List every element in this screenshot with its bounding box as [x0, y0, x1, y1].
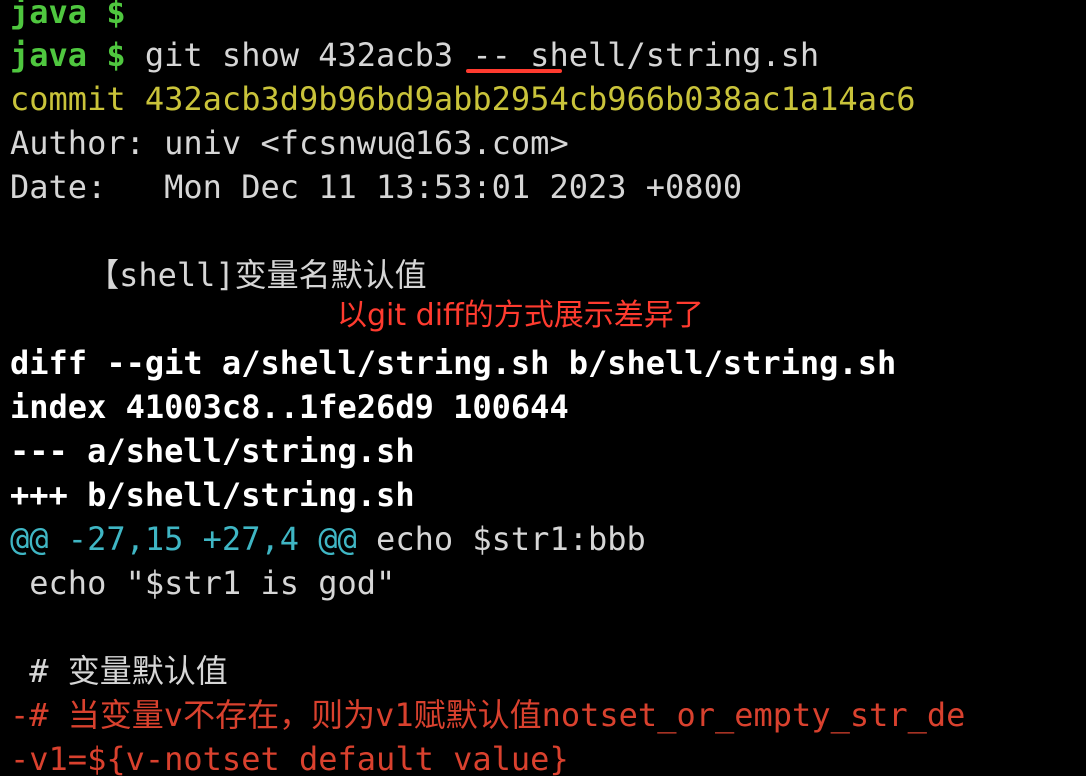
diff-index-line: index 41003c8..1fe26d9 100644	[10, 388, 569, 426]
annotation-text: 以git diff的方式展示差异了	[337, 298, 704, 333]
diff-header-line: diff --git a/shell/string.sh b/shell/str…	[10, 344, 897, 382]
commit-hash-line: commit 432acb3d9b96bd9abb2954cb966b038ac…	[10, 80, 916, 118]
hunk-context: echo $str1:bbb	[356, 520, 646, 558]
diff-removed-line: -# 当变量v不存在，则为v1赋默认值notset_or_empty_str_d…	[10, 696, 966, 734]
diff-context-comment-line: # 变量默认值	[10, 652, 228, 690]
date-line: Date: Mon Dec 11 13:53:01 2023 +0800	[10, 168, 743, 206]
prompt-line-empty: java $	[10, 0, 126, 34]
author-line: Author: univ <fcsnwu@163.com>	[10, 124, 569, 162]
diff-hunk-line: @@ -27,15 +27,4 @@ echo $str1:bbb	[10, 517, 646, 561]
diff-context-line: echo "$str1 is god"	[10, 564, 396, 602]
annotation-underline	[466, 69, 562, 73]
commit-message: 【shell]变量名默认值	[10, 256, 427, 294]
diff-removed-line: -v1=${v-notset_default_value}	[10, 740, 569, 776]
terminal-window[interactable]: java $ java $ git show 432acb3 -- shell/…	[0, 0, 1086, 776]
diff-new-file-line: +++ b/shell/string.sh	[10, 476, 415, 514]
shell-prompt: java $	[10, 36, 126, 74]
command-line: java $ git show 432acb3 -- shell/string.…	[10, 33, 819, 77]
shell-prompt: java $	[10, 0, 126, 31]
hunk-header: @@ -27,15 +27,4 @@	[10, 520, 357, 558]
diff-old-file-line: --- a/shell/string.sh	[10, 432, 415, 470]
